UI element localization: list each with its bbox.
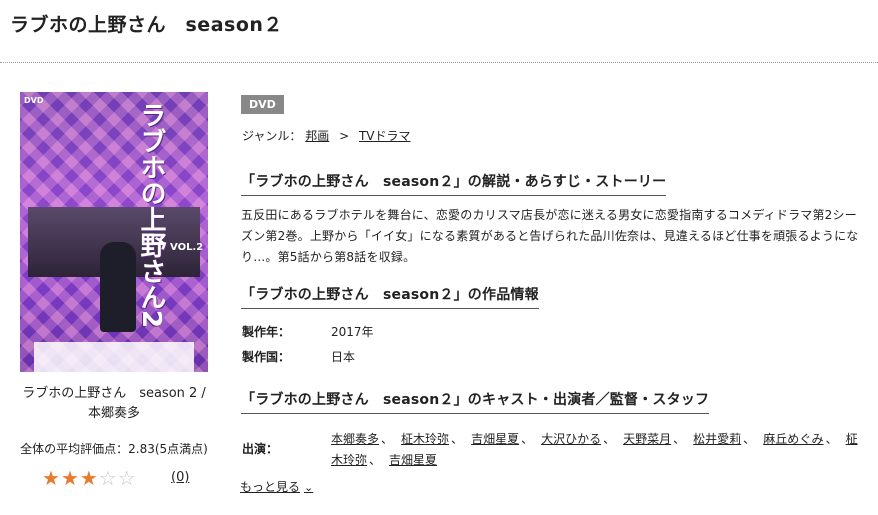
cast-link[interactable]: 大沢ひかる — [541, 432, 601, 446]
review-count-link[interactable]: (0) — [171, 470, 189, 485]
production-country-value: 日本 — [331, 350, 356, 364]
cast-label: 出演： — [242, 442, 279, 456]
cast-separator: 、 — [743, 432, 756, 446]
cast-link[interactable]: 本郷奏多 — [331, 432, 379, 446]
cast-separator: 、 — [521, 432, 534, 446]
cast-separator: 、 — [825, 432, 838, 446]
cover-credits — [34, 342, 194, 372]
production-country-label: 製作国： — [242, 350, 291, 364]
production-year-label: 製作年： — [242, 325, 291, 339]
star-empty-icon: ☆ — [98, 466, 118, 490]
cast-separator: 、 — [603, 432, 616, 446]
production-year-value: 2017年 — [331, 325, 374, 339]
show-more-link[interactable]: もっと見る ⌄ — [240, 478, 313, 495]
chevron-down-icon: ⌄ — [304, 481, 314, 494]
cast-separator: 、 — [369, 453, 382, 467]
cast-link[interactable]: 吉畑星夏 — [389, 453, 437, 467]
divider — [0, 62, 878, 63]
synopsis-heading: 「ラブホの上野さん season２」の解説・あらすじ・ストーリー — [241, 171, 667, 196]
cast-separator: 、 — [673, 432, 686, 446]
cover-image[interactable]: DVD ラブホの上野さん2 VOL.2 — [20, 92, 208, 372]
synopsis-text: 五反田にあるラブホテルを舞台に、恋愛のカリスマ店長が恋に迷える男女に恋愛指南する… — [241, 208, 859, 264]
genre-label: ジャンル： — [242, 129, 302, 143]
star-filled-icon: ★ — [42, 466, 61, 490]
cast-link[interactable]: 松井愛莉 — [693, 432, 741, 446]
star-filled-icon: ★ — [60, 466, 80, 490]
star-filled-icon: ★ — [79, 466, 99, 490]
average-rating-label: 全体の平均評価点：2.83(5点満点) — [20, 442, 208, 456]
genre-separator: > — [339, 129, 350, 143]
cast-link[interactable]: 吉畑星夏 — [471, 432, 519, 446]
cast-link[interactable]: 麻丘めぐみ — [763, 432, 823, 446]
cover-dvd-logo: DVD — [24, 96, 44, 105]
page-title: ラブホの上野さん season２ — [10, 14, 283, 36]
star-empty-icon: ☆ — [117, 466, 137, 490]
cover-vol: VOL.2 — [170, 242, 204, 253]
genre-link-0[interactable]: 邦画 — [305, 129, 329, 143]
cast-link[interactable]: 天野菜月 — [623, 432, 671, 446]
cover-caption: ラブホの上野さん season 2 / 本郷奏多 — [22, 386, 206, 421]
cast-list: 本郷奏多、柾木玲弥、吉畑星夏、大沢ひかる、天野菜月、松井愛莉、麻丘めぐみ、柾木玲… — [331, 429, 861, 471]
cast-separator: 、 — [381, 432, 394, 446]
cast-link[interactable]: 柾木玲弥 — [401, 432, 449, 446]
genre-breadcrumb: ジャンル： 邦画 > TVドラマ — [242, 127, 411, 144]
genre-link-1[interactable]: TVドラマ — [359, 129, 411, 143]
info-heading: 「ラブホの上野さん season２」の作品情報 — [241, 284, 539, 309]
cover-figure — [100, 242, 136, 332]
cast-heading: 「ラブホの上野さん season２」のキャスト・出演者／監督・スタッフ — [241, 389, 710, 414]
star-rating: ★★★☆☆ — [42, 466, 137, 490]
cover-title: ラブホの上野さん2 — [136, 102, 166, 329]
format-badge: DVD — [241, 95, 284, 114]
show-more-label: もっと見る — [240, 480, 301, 494]
cast-separator: 、 — [451, 432, 464, 446]
